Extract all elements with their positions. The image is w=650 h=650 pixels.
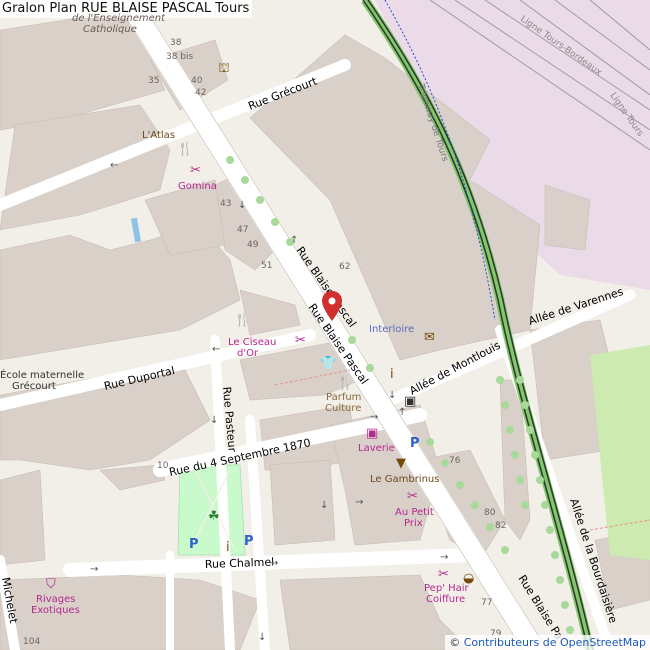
- information-icon[interactable]: ▣: [404, 395, 416, 408]
- information-icon[interactable]: i: [390, 368, 394, 381]
- place-label-enseignement: de l'Enseignement: [72, 13, 165, 24]
- svg-text:→: →: [270, 558, 278, 569]
- map-view[interactable]: Rue Blaise Pascal Rue Blaise Pascal Rue …: [0, 0, 650, 650]
- poi-label-rivages-1: Rivages: [36, 594, 76, 605]
- bicycle-parking-icon[interactable]: P: [410, 437, 420, 450]
- poi-label-ciseau-1: Le Ciseau: [228, 337, 277, 348]
- bakery-icon[interactable]: ◒: [463, 572, 474, 585]
- house-number: 82: [495, 521, 507, 531]
- svg-text:↓: ↓: [388, 390, 396, 401]
- poi-label-atlas: L'Atlas: [142, 130, 176, 141]
- svg-text:←: ←: [212, 344, 220, 355]
- place-label-ecole-2: Grécourt: [12, 381, 56, 392]
- house-number: 35: [148, 76, 160, 86]
- restaurant-icon[interactable]: 🍴: [234, 314, 250, 327]
- house-number: 104: [23, 637, 41, 647]
- poi-label-petit-prix-1: Au Petit: [395, 507, 434, 518]
- poi-label-parfum-2: Culture: [325, 403, 362, 414]
- house-number: 38: [170, 38, 182, 48]
- house-number: 10: [157, 461, 169, 471]
- house-number: 76: [449, 456, 461, 466]
- svg-text:→: →: [90, 564, 98, 575]
- shop-basket-icon[interactable]: ⛉: [46, 578, 56, 591]
- hairdresser-icon[interactable]: ✂: [438, 568, 449, 581]
- poi-label-parfum-1: Parfum: [326, 392, 362, 403]
- house-number: 43: [220, 199, 232, 209]
- svg-text:↓: ↓: [258, 632, 266, 643]
- poi-label-gambrinus: Le Gambrinus: [370, 474, 440, 485]
- house-number: 62: [339, 262, 351, 272]
- svg-text:↓: ↓: [320, 500, 328, 511]
- svg-text:→: →: [355, 497, 363, 508]
- map-canvas: Rue Blaise Pascal Rue Blaise Pascal Rue …: [0, 0, 650, 650]
- park-area-east: [590, 345, 650, 560]
- house-number: 38 bis: [166, 52, 194, 62]
- poi-label-laverie: Laverie: [358, 443, 395, 454]
- poi-label-interloire: Interloire: [369, 324, 415, 335]
- svg-text:↓: ↓: [238, 200, 246, 211]
- osm-contributors-link[interactable]: Contributeurs de OpenStreetMap: [464, 636, 646, 649]
- bar-icon[interactable]: ▼: [396, 457, 406, 470]
- post-office-icon[interactable]: ✉: [424, 331, 435, 344]
- poi-label-pep-2: Coiffure: [426, 594, 466, 605]
- hairdresser-icon[interactable]: ✂: [190, 164, 201, 177]
- copyright-symbol: ©: [449, 636, 461, 649]
- bicycle-parking-icon[interactable]: P: [244, 535, 254, 548]
- poi-label-pep-1: Pep' Hair: [424, 583, 469, 594]
- svg-text:↑: ↑: [290, 235, 298, 246]
- house-number: 77: [481, 598, 493, 608]
- laundry-icon[interactable]: ▣: [366, 427, 378, 440]
- restaurant-icon[interactable]: 🍴: [337, 377, 353, 390]
- information-icon[interactable]: i: [226, 541, 230, 554]
- playground-icon: ☘: [208, 509, 220, 524]
- place-label-ecole-1: École maternelle: [0, 370, 85, 381]
- house-number: 80: [484, 508, 496, 518]
- svg-text:↓: ↓: [210, 415, 218, 426]
- house-number: 40: [191, 76, 203, 86]
- bicycle-parking-icon[interactable]: P: [189, 538, 199, 551]
- house-number: 42: [195, 88, 207, 98]
- poi-label-gomina: Gomina: [178, 181, 217, 192]
- hairdresser-icon[interactable]: ✂: [407, 490, 418, 503]
- svg-text:→: →: [370, 412, 378, 423]
- clothes-shop-icon[interactable]: 👕: [320, 357, 336, 370]
- house-number: 51: [261, 261, 273, 271]
- restaurant-icon[interactable]: 🍴: [177, 143, 193, 156]
- poi-label-rivages-2: Exotiques: [31, 605, 80, 616]
- svg-text:←: ←: [110, 160, 118, 171]
- street-label-chalmel: Rue Chalmel: [205, 556, 275, 571]
- house-number: 47: [237, 225, 249, 235]
- water-pool: [130, 217, 142, 243]
- svg-text:→: →: [440, 552, 448, 563]
- map-attribution: © Contributeurs de OpenStreetMap: [445, 635, 650, 650]
- place-label-catholique: Catholique: [83, 24, 137, 35]
- hairdresser-icon[interactable]: ✂: [295, 334, 306, 347]
- monument-icon: ⛫: [218, 61, 230, 76]
- poi-label-ciseau-2: d'Or: [237, 348, 259, 359]
- house-number: 49: [247, 240, 259, 250]
- poi-label-petit-prix-2: Prix: [404, 518, 423, 529]
